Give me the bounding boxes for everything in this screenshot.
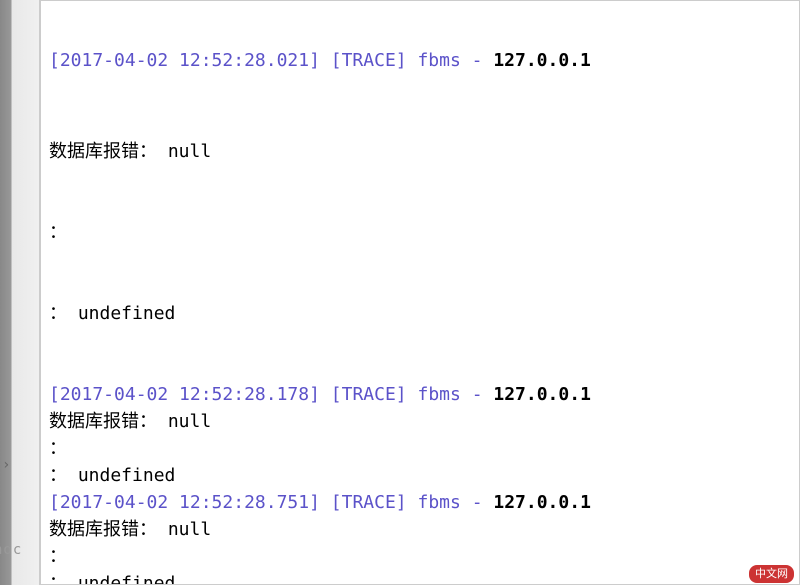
log-colon-line: ： [49,543,791,570]
log-trace-line: [2017-04-02 12:52:28.178] [TRACE] fbms -… [49,381,791,408]
sidebar-fragment: › hoc [0,0,40,585]
watermark-badge: 中文网 [749,565,794,584]
log-undefined-line: ： undefined [49,300,791,327]
log-undefined-line: ： undefined [49,570,791,585]
log-error-line: 数据库报错： null [49,138,791,165]
expand-arrow-icon: › [2,455,10,476]
sidebar-partial-text: hoc [0,540,22,561]
log-error-line: 数据库报错： null [49,408,791,435]
log-undefined-line: ： undefined [49,462,791,489]
log-trace-line: [2017-04-02 12:52:28.751] [TRACE] fbms -… [49,489,791,516]
terminal-output[interactable]: [2017-04-02 12:52:28.021] [TRACE] fbms -… [40,0,800,585]
log-colon-line: ： [49,435,791,462]
log-error-line: 数据库报错： null [49,516,791,543]
log-line-partial: [2017-04-02 12:52:28.021] [TRACE] fbms -… [49,47,791,74]
log-colon-line: ： [49,219,791,246]
